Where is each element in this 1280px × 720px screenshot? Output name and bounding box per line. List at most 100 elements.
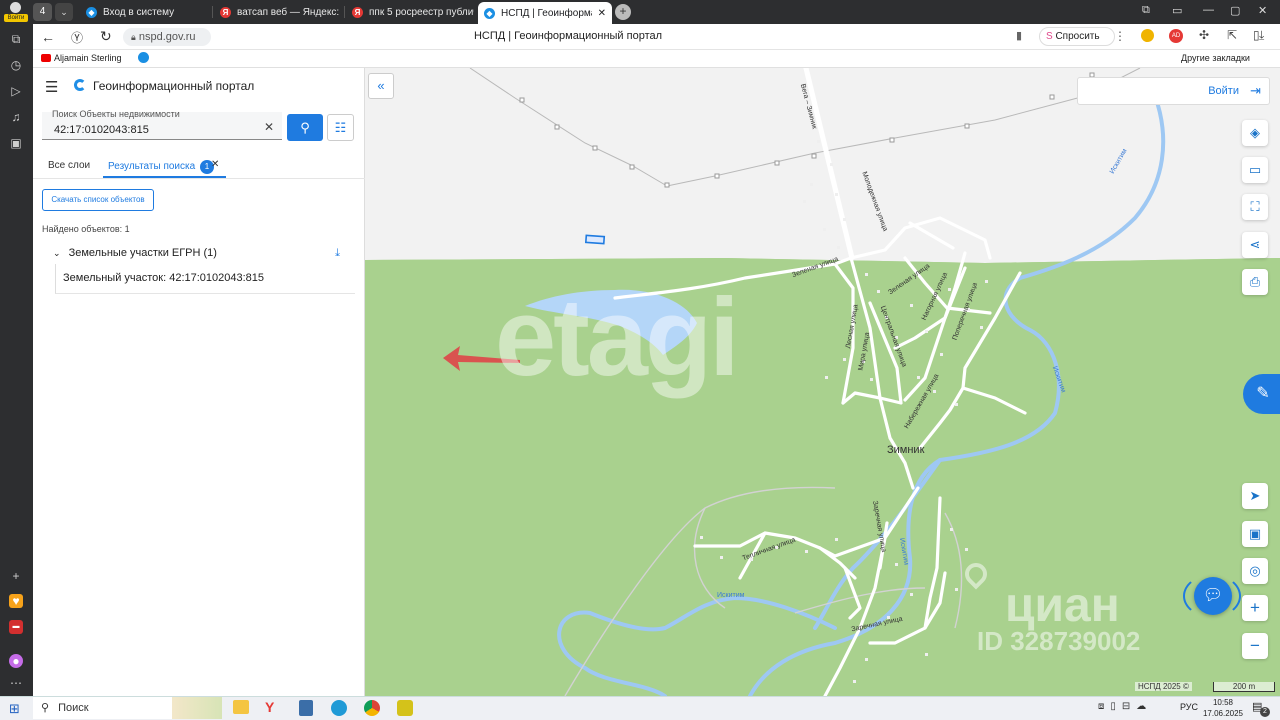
login-icon: ⇥: [1250, 83, 1261, 98]
select-area-button[interactable]: ⛶: [1242, 194, 1268, 220]
map-canvas[interactable]: etagi циан ID 328739002 Зимник Зеленая у…: [365, 68, 1280, 696]
portal-logo-icon: [74, 79, 86, 91]
app-icon[interactable]: [397, 700, 413, 716]
locate-button[interactable]: ➤: [1242, 483, 1268, 509]
bookmark-item[interactable]: Aljamain Sterling: [41, 53, 122, 63]
explorer-icon[interactable]: [233, 700, 249, 714]
edge-icon[interactable]: [331, 700, 347, 716]
share-map-button[interactable]: ⋖: [1242, 232, 1268, 258]
yandex-browser-icon[interactable]: Y: [265, 699, 274, 715]
search-field[interactable]: Поиск Объекты недвижимости 42:17:0102043…: [42, 109, 282, 140]
share-icon[interactable]: ⇱: [1227, 28, 1237, 42]
geolocation-icon: ◎: [1249, 563, 1261, 578]
feedback-icon: ✎: [1256, 385, 1270, 402]
tab-counter[interactable]: 4: [33, 3, 52, 21]
downloads-icon[interactable]: ⤓: [1259, 28, 1264, 43]
chat-button[interactable]: 💬︎: [1194, 577, 1232, 615]
close-tab-icon[interactable]: ✕: [598, 8, 606, 19]
ruler-button[interactable]: ▭: [1242, 157, 1268, 183]
new-tab-button[interactable]: +: [615, 4, 631, 20]
menu-dots-icon[interactable]: ⋮: [1114, 29, 1126, 43]
clock[interactable]: 10:58 17.06.2025: [1200, 697, 1246, 719]
tray-icons[interactable]: ⧈▯⊟☁: [1098, 701, 1152, 712]
attribution: НСПД 2025 ©: [1135, 682, 1192, 691]
extension-coin-icon[interactable]: [1141, 29, 1154, 42]
portal-title: Геоинформационный портал: [93, 79, 255, 93]
nspd-icon: ◆: [484, 7, 495, 19]
search-button[interactable]: ⚲: [287, 114, 323, 141]
search-highlight-image: [172, 697, 222, 719]
tab-whatsapp-search[interactable]: Я ватсап веб — Яндекс: наш: [214, 2, 342, 22]
more-icon[interactable]: ⋯: [9, 676, 23, 690]
lock-icon: 🔒︎: [131, 32, 136, 42]
tab-nspd[interactable]: ◆ НСПД | Геоинформацио ✕: [478, 2, 612, 24]
bookmark-manager-icon[interactable]: ▭: [1172, 4, 1182, 17]
windows-start-icon[interactable]: ⊞: [9, 701, 20, 717]
extension-adblock-icon[interactable]: AD: [1169, 29, 1183, 43]
minimap-button[interactable]: ▣: [1242, 521, 1268, 547]
back-icon[interactable]: ←: [41, 29, 55, 45]
minimize-icon[interactable]: —: [1203, 4, 1214, 16]
close-results-icon[interactable]: ✕: [211, 159, 219, 170]
calculator-icon[interactable]: [299, 700, 313, 716]
youtube-icon: [41, 54, 51, 62]
zoom-in-button[interactable]: +: [1242, 595, 1268, 621]
heart-app-icon[interactable]: ♥: [9, 594, 23, 608]
tab-login[interactable]: ◆ Вход в систему: [80, 2, 210, 22]
hamburger-menu-icon[interactable]: ☰: [45, 78, 58, 96]
add-icon[interactable]: +: [9, 569, 23, 583]
found-count: Найдено объектов: 1: [42, 224, 130, 234]
collapse-panel-button[interactable]: «: [368, 73, 394, 99]
download-list-button[interactable]: Скачать список объектов: [42, 189, 154, 211]
notification-button[interactable]: ▤ 2: [1252, 700, 1270, 717]
tabs-icon[interactable]: ⧉: [9, 32, 23, 46]
ruler-icon: ▭: [1248, 162, 1262, 177]
alice-icon[interactable]: ●: [9, 654, 23, 668]
results-group[interactable]: ⌄ Земельные участки ЕГРН (1) ⤓: [53, 247, 348, 263]
ask-icon: S: [1046, 31, 1053, 42]
ask-button[interactable]: S Спросить: [1039, 27, 1115, 46]
print-button[interactable]: ⎙: [1242, 269, 1268, 295]
filter-icon: ☷: [334, 120, 347, 135]
navigation-arrow-icon: ➤: [1249, 488, 1261, 503]
maximize-icon[interactable]: ▢: [1230, 4, 1240, 17]
zoom-out-button[interactable]: −: [1242, 633, 1268, 659]
reload-icon[interactable]: ↻: [100, 28, 112, 45]
profile-button[interactable]: Войти: [4, 1, 28, 23]
layers-button[interactable]: ◈: [1242, 120, 1268, 146]
geolocation-button[interactable]: ◎: [1242, 558, 1268, 584]
bookmark-icon[interactable]: ▮: [1016, 29, 1022, 42]
download-icon[interactable]: ⤓: [335, 247, 340, 260]
result-item[interactable]: Земельный участок: 42:17:0102043:815: [55, 264, 355, 294]
close-window-icon[interactable]: ✕: [1258, 4, 1267, 17]
tab-search-results[interactable]: Результаты поиска 1: [103, 154, 226, 178]
yandex-icon: Я: [352, 6, 363, 18]
video-icon[interactable]: ▷: [9, 84, 23, 98]
taskbar-search[interactable]: ⚲ Поиск: [33, 697, 173, 719]
feedback-tab[interactable]: ✎: [1243, 374, 1280, 414]
page-title: НСПД | Геоинформационный портал: [473, 30, 663, 42]
filter-button[interactable]: ☷: [327, 114, 354, 141]
other-bookmarks[interactable]: Другие закладки: [1181, 53, 1250, 63]
etagi-watermark: etagi: [495, 276, 740, 399]
tab-all-layers[interactable]: Все слои: [48, 160, 90, 171]
nspd-bookmark-icon[interactable]: [138, 52, 149, 63]
chrome-icon[interactable]: [364, 700, 380, 716]
yandex-home-icon[interactable]: Ⓨ: [71, 29, 83, 46]
collections-icon[interactable]: ⧉: [1142, 4, 1150, 17]
clear-icon[interactable]: ✕: [264, 120, 274, 134]
language-indicator[interactable]: РУС: [1180, 702, 1198, 712]
search-input[interactable]: 42:17:0102043:815: [54, 124, 149, 136]
tab-ppk-rosreestr[interactable]: Я ппк 5 росреестр публична: [346, 2, 474, 22]
extensions-icon[interactable]: ✣: [1199, 28, 1209, 42]
login-button[interactable]: Войти ⇥: [1077, 77, 1270, 105]
url-pill[interactable]: 🔒︎ nspd.gov.ru: [123, 28, 211, 46]
gallery-icon[interactable]: ▣: [9, 136, 23, 150]
printer-icon: ⎙: [1249, 274, 1261, 289]
selected-parcel: [584, 234, 606, 245]
music-icon[interactable]: ♫: [9, 110, 23, 124]
tabs-dropdown-icon[interactable]: ⌄: [55, 3, 73, 21]
scale-bar: 200 m: [1213, 682, 1275, 692]
history-icon[interactable]: ◷: [9, 58, 23, 72]
news-app-icon[interactable]: ▬: [9, 620, 23, 634]
